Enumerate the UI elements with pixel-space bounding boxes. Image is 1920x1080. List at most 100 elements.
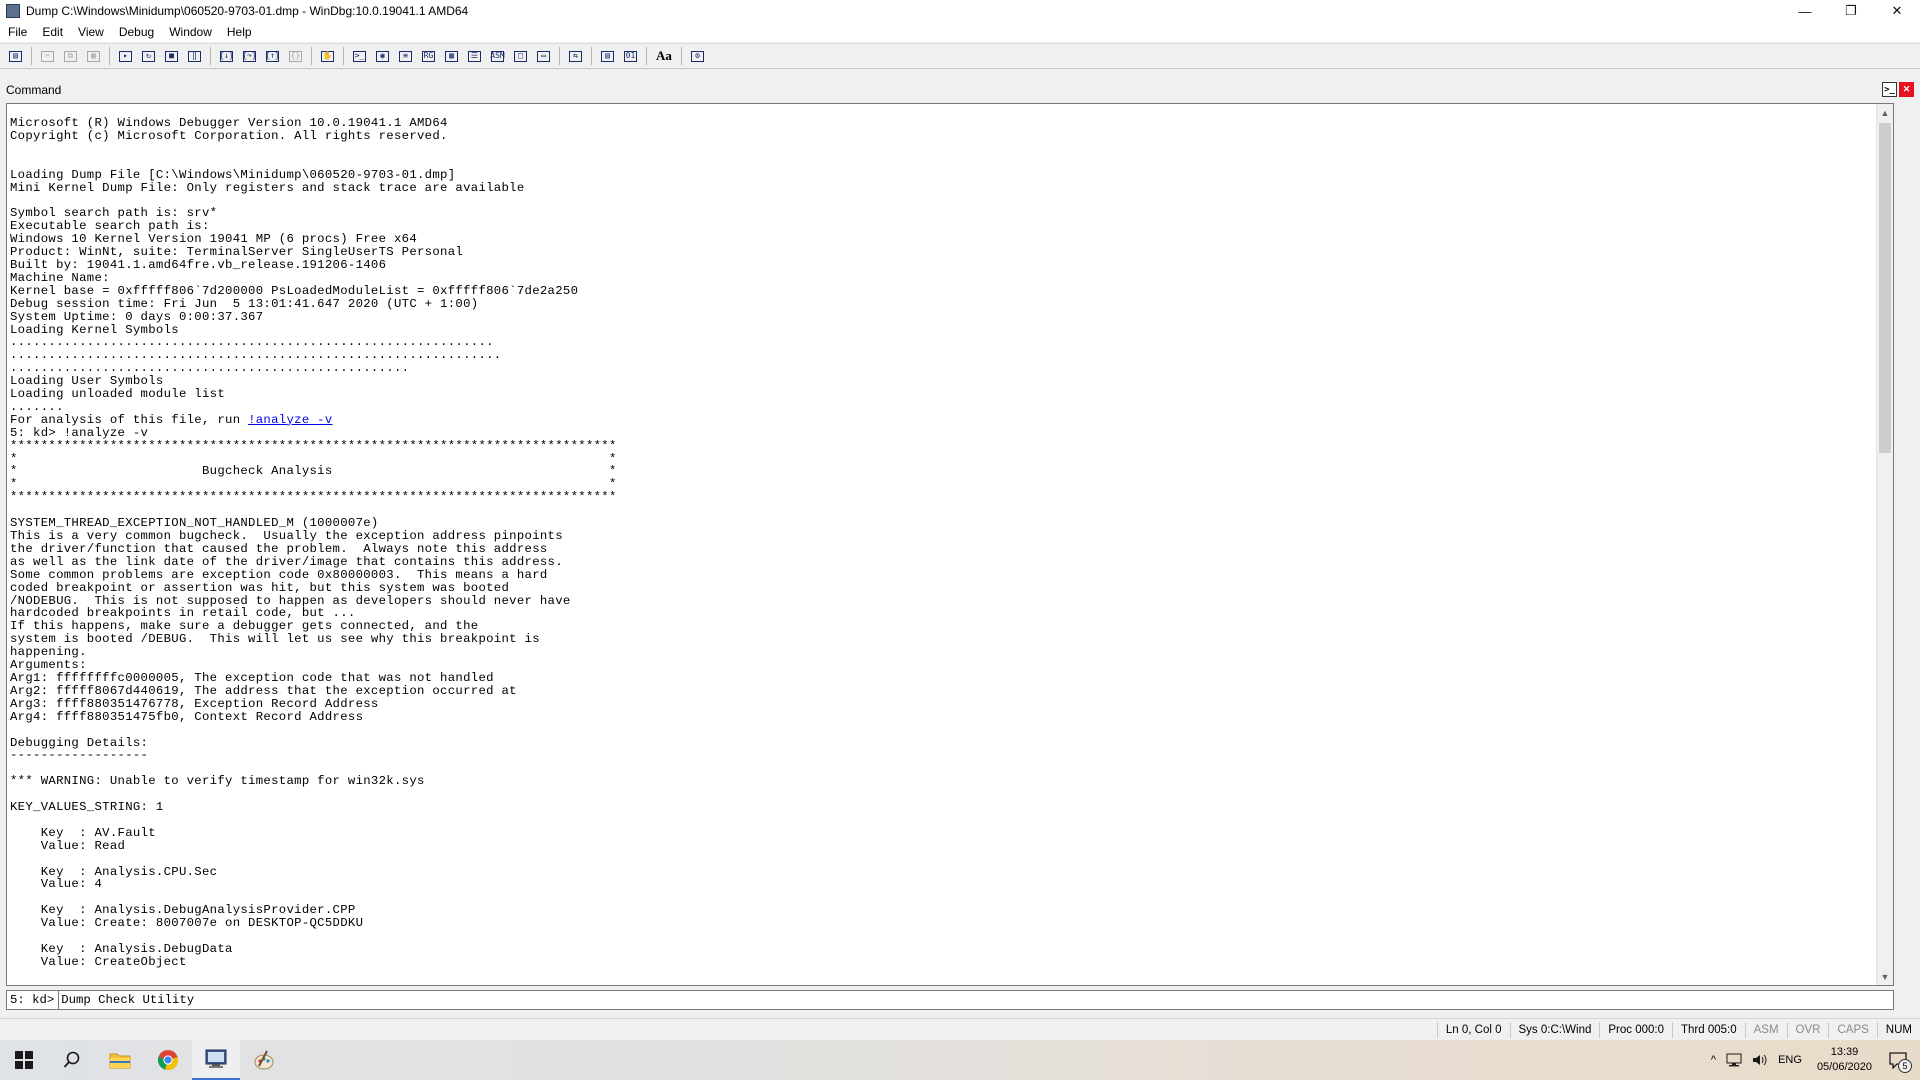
paste-button[interactable]: ▦: [84, 47, 103, 65]
run-to-cursor-button[interactable]: {}: [286, 47, 305, 65]
kd-prompt-label: 5: kd>: [7, 991, 60, 1009]
scroll-up-arrow-icon[interactable]: ▲: [1877, 104, 1893, 121]
toolbar-separator: [311, 47, 312, 65]
insert-breakpoint-icon: ✋: [321, 50, 334, 62]
processes-threads-button[interactable]: ▭: [534, 47, 553, 65]
stop-debugging-button[interactable]: ■: [162, 47, 181, 65]
go-button[interactable]: ▸: [116, 47, 135, 65]
cut-button[interactable]: ✂: [38, 47, 57, 65]
tray-chevron-icon[interactable]: ^: [1706, 1054, 1721, 1066]
taskbar-windbg[interactable]: [192, 1040, 240, 1080]
notification-count-badge: 5: [1898, 1059, 1912, 1073]
break-button[interactable]: ‖: [185, 47, 204, 65]
disassembly-window-button[interactable]: ASM: [488, 47, 507, 65]
clock-time: 13:39: [1830, 1046, 1859, 1058]
status-ln-0-col-0: Ln 0, Col 0: [1436, 1021, 1510, 1038]
restart-button[interactable]: ↻: [139, 47, 158, 65]
close-window-button[interactable]: ✕: [1874, 0, 1920, 22]
status-num: NUM: [1876, 1021, 1920, 1038]
taskbar-paint[interactable]: [240, 1040, 288, 1080]
font-icon: Aa: [656, 48, 672, 63]
copy-button[interactable]: ⧉: [61, 47, 80, 65]
scroll-down-arrow-icon[interactable]: ▼: [1877, 968, 1893, 985]
command-input-row: 5: kd>: [6, 990, 1894, 1010]
taskbar-file-explorer[interactable]: [96, 1040, 144, 1080]
close-command-window-icon[interactable]: ✕: [1899, 82, 1914, 97]
windows-start-button[interactable]: [0, 1040, 48, 1080]
command-window-title: Command: [6, 83, 62, 97]
source-mode-on-icon: ▤: [601, 50, 614, 62]
step-into-button[interactable]: {↓}: [217, 47, 236, 65]
menu-help[interactable]: Help: [219, 25, 259, 39]
menu-edit[interactable]: Edit: [34, 25, 70, 39]
command-window-button[interactable]: >_: [350, 47, 369, 65]
scratch-pad-button[interactable]: □: [511, 47, 530, 65]
insert-breakpoint-button[interactable]: ✋: [318, 47, 337, 65]
call-stack-window-button[interactable]: ☰: [465, 47, 484, 65]
menu-debug[interactable]: Debug: [111, 25, 161, 39]
memory-window-button[interactable]: ▦: [442, 47, 461, 65]
output-text-post-link: 5: kd> !analyze -v *********************…: [10, 425, 617, 969]
restore-button[interactable]: ❐: [1828, 0, 1874, 22]
file-explorer-icon: [109, 1053, 131, 1069]
source-mode-on-button[interactable]: ▤: [598, 47, 617, 65]
clock[interactable]: 13:39 05/06/2020: [1807, 1045, 1882, 1075]
taskbar-chrome[interactable]: [144, 1040, 192, 1080]
toolbar-separator: [210, 47, 211, 65]
source-mode-icon: ⇆: [569, 50, 582, 62]
toolbar-separator: [646, 47, 647, 65]
command-prompt-icon[interactable]: >_: [1882, 82, 1897, 97]
cut-icon: ✂: [41, 50, 54, 62]
status-asm: ASM: [1744, 1021, 1787, 1038]
menu-view[interactable]: View: [70, 25, 111, 39]
minimize-button[interactable]: —: [1782, 0, 1828, 22]
network-icon[interactable]: [1721, 1053, 1747, 1067]
command-window-icon: >_: [353, 50, 366, 62]
command-input[interactable]: [59, 992, 1842, 1008]
input-language[interactable]: ENG: [1773, 1054, 1807, 1066]
font-button[interactable]: Aa: [653, 47, 675, 65]
command-output-pane[interactable]: Microsoft (R) Windows Debugger Version 1…: [6, 103, 1894, 986]
windows-start-icon: [15, 1051, 33, 1069]
output-vertical-scrollbar[interactable]: ▲ ▼: [1876, 104, 1893, 985]
volume-icon[interactable]: [1747, 1053, 1773, 1067]
hex-mode-icon: 01: [624, 50, 637, 62]
hex-mode-button[interactable]: 01: [621, 47, 640, 65]
source-mode-button[interactable]: ⇆: [566, 47, 585, 65]
command-window-header: Command >_ ✕: [0, 79, 1920, 101]
go-icon: ▸: [119, 50, 132, 62]
status-ovr: OVR: [1786, 1021, 1829, 1038]
memory-window-icon: ▦: [445, 50, 458, 62]
status-bar: Ln 0, Col 0 Sys 0:C:\Wind Proc 000:0 Thrd 0…: [0, 1018, 1920, 1040]
menu-file[interactable]: File: [0, 25, 34, 39]
notification-center-button[interactable]: 5: [1882, 1051, 1920, 1073]
scrollbar-thumb[interactable]: [1879, 123, 1891, 453]
registers-window-button[interactable]: RG: [419, 47, 438, 65]
output-text-pre-link: Microsoft (R) Windows Debugger Version 1…: [10, 116, 579, 427]
toolbar-separator: [681, 47, 682, 65]
step-out-button[interactable]: {↑}: [263, 47, 282, 65]
options-icon: ⚙: [691, 50, 704, 62]
analyze-link[interactable]: !analyze -v: [248, 413, 332, 427]
taskbar-search-button[interactable]: [48, 1040, 96, 1080]
step-over-button[interactable]: {↷}: [240, 47, 259, 65]
stop-debugging-icon: ■: [165, 50, 178, 62]
step-over-icon: {↷}: [242, 50, 257, 62]
watch-window-button[interactable]: ◉: [373, 47, 392, 65]
locals-window-button[interactable]: ≡: [396, 47, 415, 65]
command-output-text: Microsoft (R) Windows Debugger Version 1…: [7, 104, 1893, 969]
open-folder-button[interactable]: ▤: [6, 47, 25, 65]
copy-icon: ⧉: [64, 50, 77, 62]
chrome-icon: [157, 1050, 179, 1070]
step-into-icon: {↓}: [219, 50, 234, 62]
break-icon: ‖: [188, 50, 201, 62]
status-caps: CAPS: [1828, 1021, 1876, 1038]
toolbar-separator: [109, 47, 110, 65]
locals-window-icon: ≡: [399, 50, 412, 62]
menu-window[interactable]: Window: [161, 25, 219, 39]
paste-icon: ▦: [87, 50, 100, 62]
options-button[interactable]: ⚙: [688, 47, 707, 65]
title-bar: Dump C:\Windows\Minidump\060520-9703-01.…: [0, 0, 1920, 22]
restart-icon: ↻: [142, 50, 155, 62]
paint-icon: [254, 1050, 274, 1070]
